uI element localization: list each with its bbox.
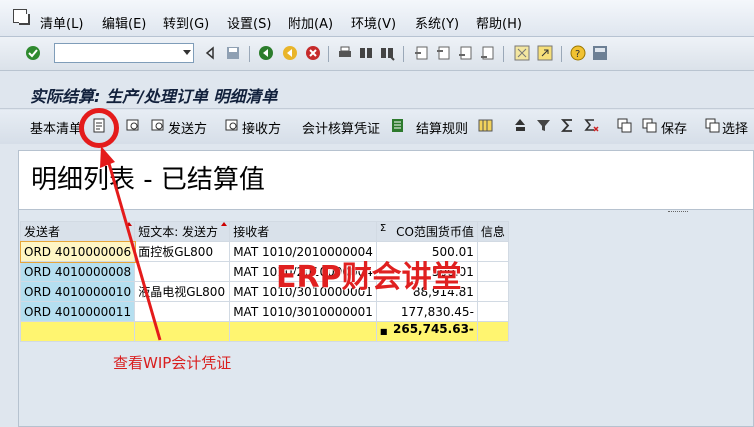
watermark-text: ERP财会讲堂 (276, 260, 462, 295)
annotation-note: 查看WIP会计凭证 (113, 354, 232, 372)
